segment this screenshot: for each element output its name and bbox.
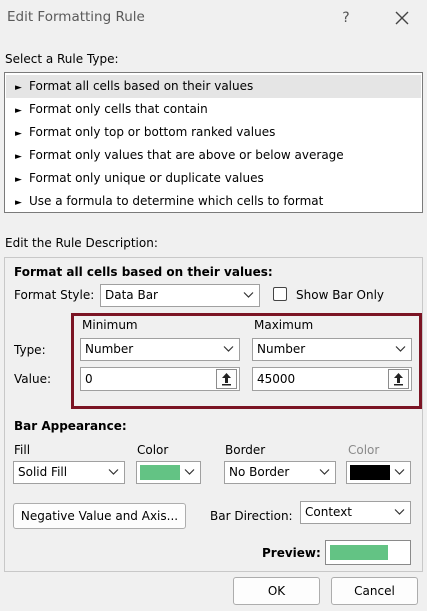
- rule-type-item[interactable]: ► Format only unique or duplicate values: [6, 167, 421, 190]
- upload-arrow-icon: [394, 373, 403, 386]
- negative-value-axis-button[interactable]: Negative Value and Axis...: [13, 503, 186, 529]
- fill-select[interactable]: Solid Fill: [13, 461, 125, 484]
- chevron-down-icon: [395, 346, 406, 352]
- chevron-down-icon: [243, 292, 254, 298]
- rule-type-label: Format only unique or duplicate values: [29, 171, 264, 185]
- arrow-icon: ►: [15, 83, 22, 93]
- arrow-icon: ►: [15, 106, 22, 116]
- bar-direction-select[interactable]: Context: [300, 501, 411, 524]
- close-button[interactable]: [390, 6, 414, 30]
- border-label: Border: [225, 443, 266, 457]
- rule-type-item[interactable]: ► Format all cells based on their values: [6, 75, 421, 98]
- chevron-down-icon: [394, 469, 405, 475]
- fill-label: Fill: [14, 443, 31, 457]
- border-value: No Border: [229, 465, 290, 479]
- rule-type-label: Use a formula to determine which cells t…: [29, 194, 324, 208]
- rule-description-heading: Edit the Rule Description:: [5, 236, 158, 250]
- fill-color-picker[interactable]: [136, 461, 201, 484]
- arrow-icon: ►: [15, 175, 22, 185]
- maximum-value-text: 45000: [257, 372, 296, 386]
- bar-direction-label: Bar Direction:: [210, 509, 293, 523]
- rule-type-heading: Select a Rule Type:: [5, 52, 119, 66]
- fill-color-swatch: [140, 465, 180, 480]
- rule-type-list[interactable]: ► Format all cells based on their values …: [4, 72, 423, 213]
- maximum-type-select[interactable]: Number: [252, 338, 412, 361]
- close-icon: [395, 11, 409, 25]
- rule-type-label: Format only cells that contain: [29, 102, 208, 116]
- maximum-value-input[interactable]: 45000: [252, 367, 412, 391]
- bar-appearance-heading: Bar Appearance:: [14, 419, 127, 433]
- preview-bar: [330, 545, 388, 560]
- arrow-icon: ►: [15, 129, 22, 139]
- rule-type-item[interactable]: ► Format only top or bottom ranked values: [6, 121, 421, 144]
- upload-arrow-icon: [222, 373, 231, 386]
- minimum-value-input[interactable]: 0: [80, 367, 240, 391]
- border-color-swatch: [350, 465, 390, 480]
- type-label: Type:: [14, 343, 46, 357]
- chevron-down-icon: [223, 346, 234, 352]
- minimum-type-select[interactable]: Number: [80, 338, 240, 361]
- rule-type-item[interactable]: ► Format only cells that contain: [6, 98, 421, 121]
- rule-type-label: Format all cells based on their values: [29, 79, 254, 93]
- preview-label: Preview:: [262, 546, 321, 560]
- border-select[interactable]: No Border: [224, 461, 336, 484]
- chevron-down-icon: [319, 469, 330, 475]
- value-label: Value:: [14, 372, 51, 386]
- rule-type-item[interactable]: ► Use a formula to determine which cells …: [6, 190, 421, 213]
- show-bar-only-label: Show Bar Only: [296, 288, 385, 302]
- rule-type-label: Format only values that are above or bel…: [29, 148, 344, 162]
- help-button[interactable]: ?: [336, 6, 356, 30]
- fill-value: Solid Fill: [18, 465, 68, 479]
- chevron-down-icon: [394, 509, 405, 515]
- minimum-value-text: 0: [85, 372, 93, 386]
- rule-type-label: Format only top or bottom ranked values: [29, 125, 276, 139]
- range-select-button[interactable]: [388, 369, 409, 389]
- arrow-icon: ►: [15, 198, 22, 208]
- cancel-button[interactable]: Cancel: [331, 577, 418, 605]
- chevron-down-icon: [108, 469, 119, 475]
- fill-color-label: Color: [137, 443, 169, 457]
- format-style-label: Format Style:: [14, 288, 95, 302]
- maximum-label: Maximum: [254, 318, 314, 332]
- description-subheading: Format all cells based on their values:: [14, 265, 273, 279]
- range-select-button[interactable]: [216, 369, 237, 389]
- preview-box: [325, 540, 411, 565]
- minimum-type-value: Number: [85, 342, 134, 356]
- format-style-value: Data Bar: [105, 288, 158, 302]
- border-color-picker[interactable]: [346, 461, 411, 484]
- minimum-label: Minimum: [82, 318, 138, 332]
- maximum-type-value: Number: [257, 342, 306, 356]
- ok-button[interactable]: OK: [233, 577, 320, 605]
- rule-type-item[interactable]: ► Format only values that are above or be…: [6, 144, 421, 167]
- border-color-label: Color: [348, 443, 380, 457]
- format-style-select[interactable]: Data Bar: [100, 284, 260, 307]
- show-bar-only-checkbox[interactable]: [273, 287, 287, 301]
- dialog-title: Edit Formatting Rule: [7, 9, 145, 25]
- chevron-down-icon: [184, 469, 195, 475]
- arrow-icon: ►: [15, 152, 22, 162]
- bar-direction-value: Context: [305, 505, 353, 519]
